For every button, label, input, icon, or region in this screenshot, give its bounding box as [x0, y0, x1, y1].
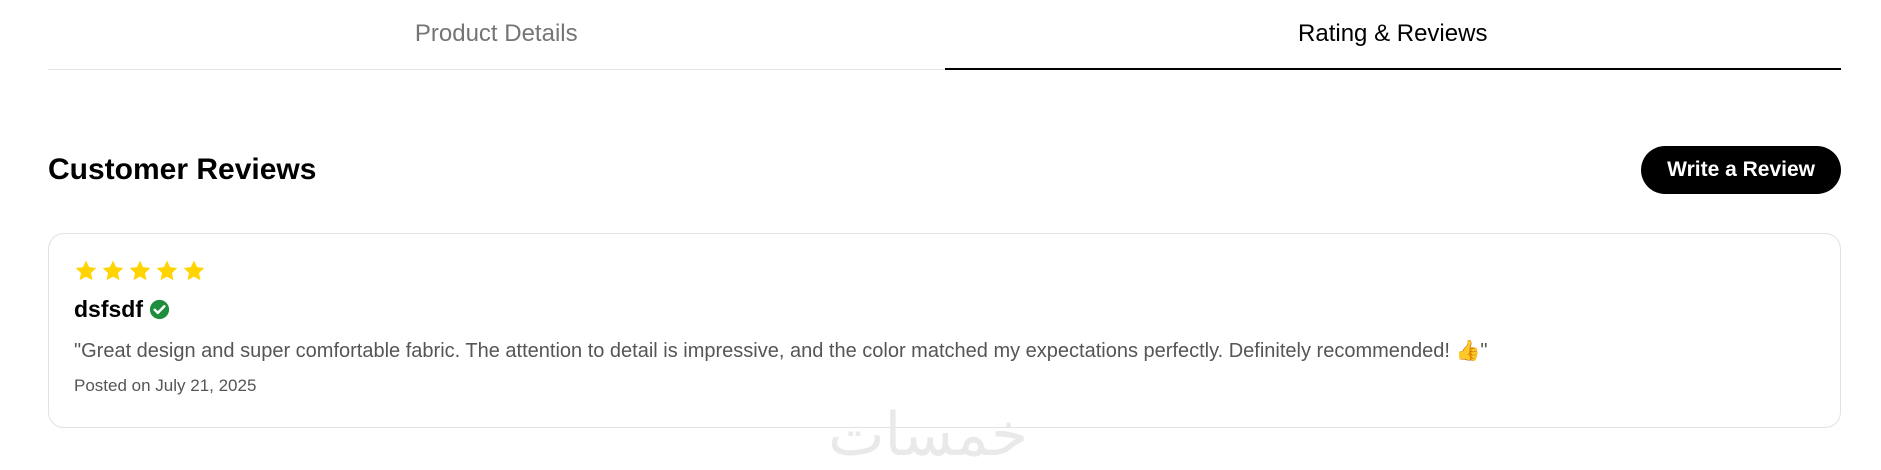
review-text: "Great design and super comfortable fabr…	[74, 340, 1488, 362]
star-icon	[156, 260, 178, 281]
verified-check-icon	[149, 299, 170, 319]
star-rating	[74, 258, 1815, 284]
star-icon	[183, 260, 205, 281]
tab-product-details[interactable]: Product Details	[48, 0, 945, 69]
star-icon	[102, 260, 124, 281]
review-date: Posted on July 21, 2025	[74, 376, 257, 395]
reviewer-row: dsfsdf	[74, 296, 1815, 322]
reviewer-name: dsfsdf	[74, 295, 143, 322]
star-icon	[75, 260, 97, 281]
tab-rating-reviews[interactable]: Rating & Reviews	[944, 0, 1842, 70]
write-review-button[interactable]: Write a Review	[1641, 145, 1841, 194]
product-tabs: Product Details Rating & Reviews	[48, 0, 1841, 70]
watermark-logo: خمسات	[828, 400, 1029, 470]
review-card: dsfsdf "Great design and super comfortab…	[48, 233, 1841, 428]
star-icon	[129, 260, 151, 281]
reviews-header: Customer Reviews Write a Review	[48, 145, 1841, 194]
reviews-title: Customer Reviews	[48, 152, 317, 186]
